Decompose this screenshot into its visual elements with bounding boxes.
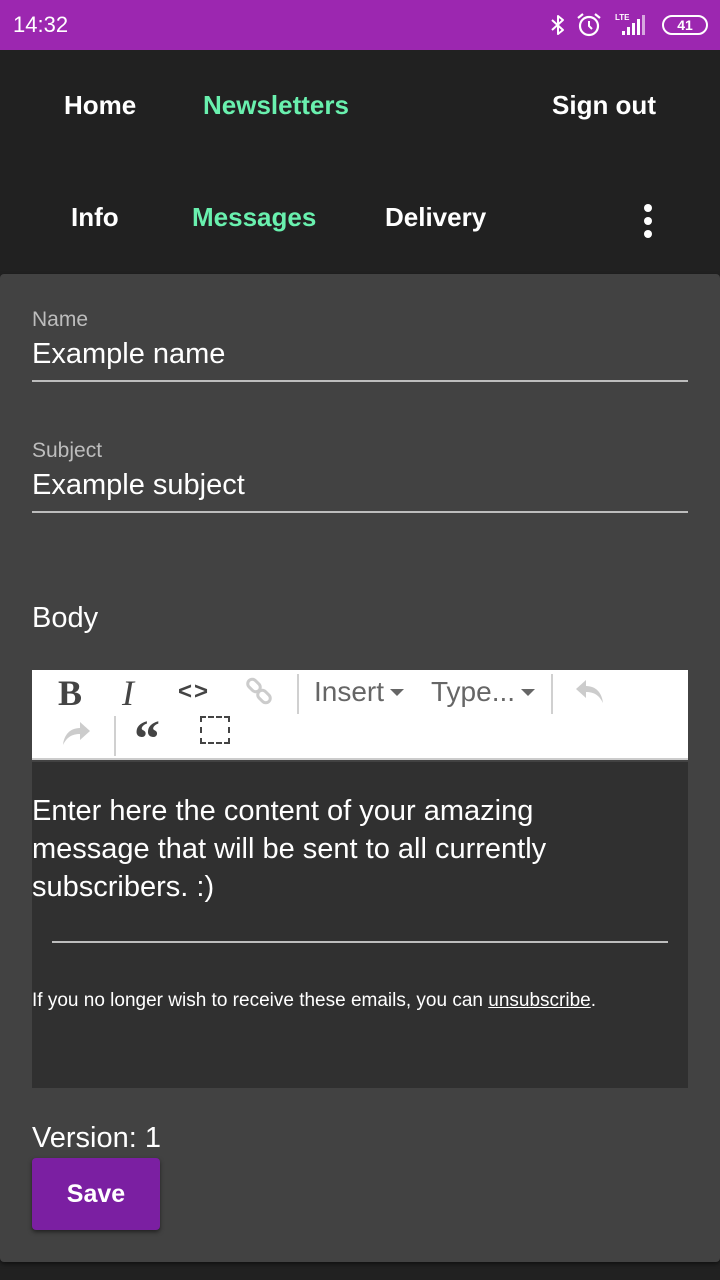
footer-text: If you no longer wish to receive these e… (32, 990, 489, 1011)
svg-text:LTE: LTE (615, 13, 630, 22)
redo-icon[interactable] (60, 720, 92, 748)
code-icon[interactable]: <> (178, 678, 210, 706)
undo-icon[interactable] (574, 678, 606, 706)
blockquote-icon[interactable]: “ (134, 714, 160, 766)
link-icon[interactable] (244, 676, 274, 706)
save-button[interactable]: Save (32, 1158, 160, 1230)
name-field[interactable]: Name (32, 308, 688, 382)
message-body-editor[interactable]: Enter here the content of your amazing m… (32, 762, 688, 1088)
unsubscribe-link[interactable]: unsubscribe (488, 990, 590, 1011)
italic-icon[interactable]: I (122, 672, 134, 714)
toolbar-separator (551, 674, 553, 714)
name-input[interactable] (32, 338, 688, 371)
battery-level: 41 (677, 17, 693, 33)
status-time: 14:32 (13, 12, 69, 37)
editor-content[interactable]: Enter here the content of your amazing m… (32, 792, 652, 906)
subject-field[interactable]: Subject (32, 439, 688, 513)
message-form-card: Name Subject Body B I <> Insert Type... … (0, 274, 720, 1262)
tab-delivery[interactable]: Delivery (385, 202, 486, 233)
battery-icon: 41 (662, 15, 708, 35)
toolbar-separator (297, 674, 299, 714)
body-label: Body (32, 602, 99, 634)
editor-divider (52, 941, 668, 943)
type-label: Type... (431, 676, 516, 707)
more-vert-icon[interactable] (640, 204, 656, 238)
footer-period: . (590, 990, 596, 1011)
editor-toolbar: B I <> Insert Type... “ (32, 670, 688, 766)
bluetooth-icon (551, 15, 564, 35)
insert-dropdown[interactable]: Insert (314, 676, 405, 708)
select-block-icon[interactable] (200, 716, 230, 744)
signal-icon: LTE (615, 13, 645, 35)
status-icons: LTE 41 (540, 10, 708, 40)
version-label: Version: 1 (32, 1122, 161, 1154)
chevron-down-icon (390, 688, 405, 696)
status-bar: 14:32 LTE 41 (0, 0, 720, 50)
type-dropdown[interactable]: Type... (431, 676, 536, 708)
nav-home-link[interactable]: Home (64, 90, 136, 121)
toolbar-separator (114, 716, 116, 756)
bold-icon[interactable]: B (58, 672, 82, 714)
unsubscribe-footer: If you no longer wish to receive these e… (32, 990, 596, 1012)
subject-label: Subject (32, 439, 103, 462)
alarm-icon (577, 13, 601, 37)
tab-info[interactable]: Info (71, 202, 119, 233)
chevron-down-icon (521, 688, 536, 696)
name-label: Name (32, 308, 89, 331)
insert-label: Insert (314, 676, 385, 707)
nav-sign-out-link[interactable]: Sign out (552, 90, 656, 121)
subject-input[interactable] (32, 469, 688, 502)
tab-messages[interactable]: Messages (192, 202, 316, 233)
nav-newsletters-link[interactable]: Newsletters (203, 90, 349, 121)
